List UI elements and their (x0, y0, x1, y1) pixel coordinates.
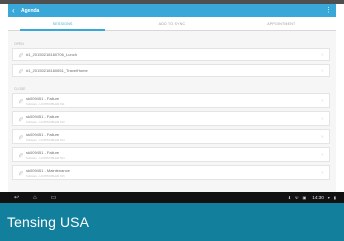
chevron-right-icon: › (321, 169, 323, 176)
paperclip-icon (17, 98, 24, 104)
paperclip-icon (17, 152, 24, 158)
chevron-right-icon: › (321, 115, 323, 122)
chevron-right-icon: › (321, 97, 323, 104)
session-detail: Software - HOPPROBLEM 811 (26, 101, 65, 106)
usb-icon: Ψ (295, 195, 299, 200)
chevron-right-icon: › (321, 51, 323, 58)
paperclip-icon (17, 52, 24, 58)
back-arrow-icon[interactable]: ‹ (12, 6, 20, 15)
home-nav-icon[interactable]: ⌂ (33, 195, 37, 201)
session-name: sk009451 - Failure (26, 131, 60, 137)
caption-banner: Tensing USA (0, 203, 344, 241)
chevron-right-icon: › (321, 67, 323, 74)
list-item[interactable]: sk009451 - Failure Software - HOPPROBLEM… (12, 93, 330, 108)
session-name: #1_20150218160706_Lunch (26, 52, 77, 57)
session-detail: Software - HOPPROBLEM 814 (26, 155, 65, 160)
image-icon: ▣ (302, 195, 307, 200)
session-detail: Software - HOPPROBLEM 813 (26, 137, 65, 142)
session-list: OPEN #1_20150218160706_Lunch › #1_201502… (8, 31, 336, 192)
wifi-icon: ▾ (327, 195, 330, 200)
list-item[interactable]: sk009451 - Maintenance Software - HOPPRO… (12, 165, 330, 180)
session-name: #1_20150218160651_TravelHome (26, 68, 88, 73)
tab-bar: SESSIONS ADD TO SYNC APPOINTMENT (8, 17, 336, 31)
session-detail: Software - HOPPROBLEM 812 (26, 119, 65, 124)
app-bar: ‹ Agenda ⋮ (8, 4, 336, 17)
list-item[interactable]: #1_20150218160706_Lunch › (12, 48, 330, 61)
list-item[interactable]: sk009451 - Failure Software - HOPPROBLEM… (12, 147, 330, 162)
session-detail: Software - HOPPROBLEM 815 (26, 173, 65, 178)
section-header-open: OPEN (14, 42, 24, 46)
section-header-close: CLOSE (14, 87, 26, 91)
list-item[interactable]: sk009451 - Failure Software - HOPPROBLEM… (12, 111, 330, 126)
system-navigation-bar: ↩ ⌂ ▭ ⬇ Ψ ▣ 14:30 ▾ ▮ (0, 192, 344, 203)
list-item[interactable]: #1_20150218160651_TravelHome › (12, 64, 330, 77)
session-name: sk009451 - Maintenance (26, 167, 70, 173)
clock: 14:30 (312, 195, 324, 200)
caption-text: Tensing USA (7, 214, 90, 230)
recent-apps-icon[interactable]: ▭ (51, 195, 57, 201)
paperclip-icon (17, 68, 24, 74)
app-title: Agenda (21, 7, 40, 14)
session-name: sk009451 - Failure (26, 113, 60, 119)
session-name: sk009451 - Failure (26, 149, 60, 155)
paperclip-icon (17, 134, 24, 140)
tab-sessions[interactable]: SESSIONS (8, 17, 117, 31)
paperclip-icon (17, 116, 24, 122)
download-icon: ⬇ (287, 195, 292, 200)
tab-add-to-sync[interactable]: ADD TO SYNC (117, 17, 226, 30)
chevron-right-icon: › (321, 133, 323, 140)
back-nav-icon[interactable]: ↩ (14, 195, 19, 201)
list-item[interactable]: sk009451 - Failure Software - HOPPROBLEM… (12, 129, 330, 144)
battery-icon: ▮ (333, 195, 336, 200)
tab-appointment[interactable]: APPOINTMENT (227, 17, 336, 30)
paperclip-icon (17, 170, 24, 176)
overflow-menu-icon[interactable]: ⋮ (325, 7, 332, 14)
chevron-right-icon: › (321, 151, 323, 158)
session-name: sk009451 - Failure (26, 95, 60, 101)
